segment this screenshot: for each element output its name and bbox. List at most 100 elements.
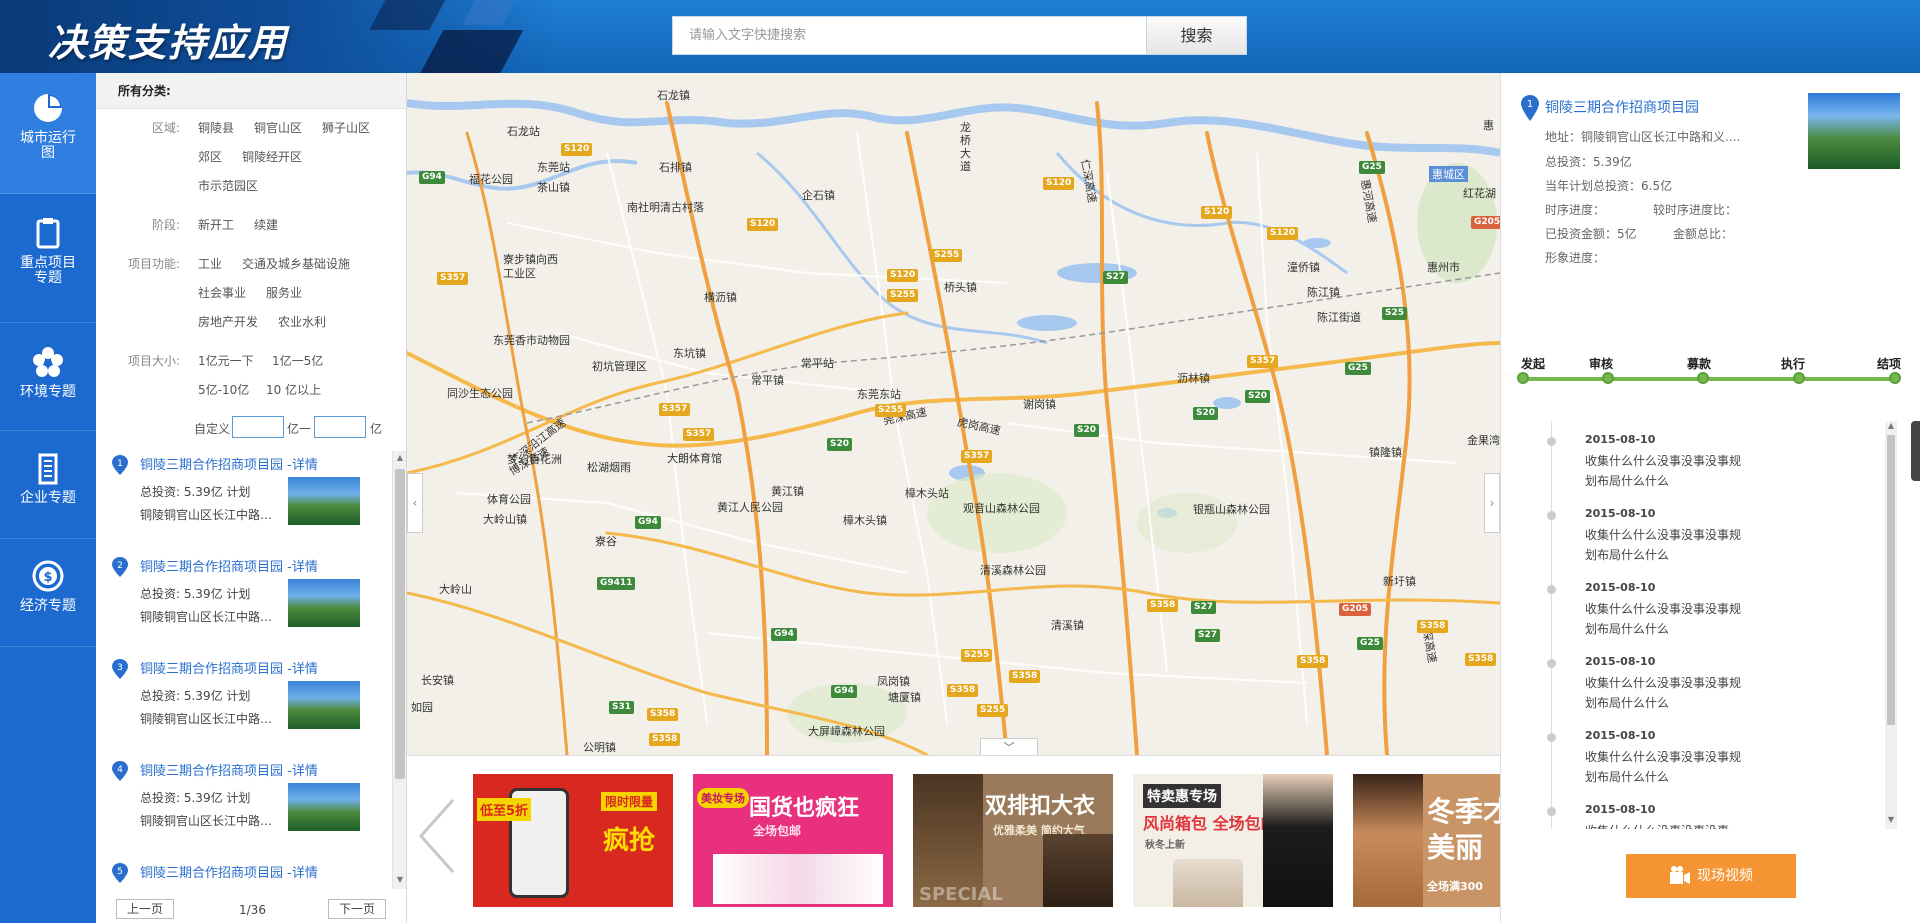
list-scrollbar[interactable]: ▲ ▼ (392, 451, 406, 889)
marker-pin-icon: 1 (1521, 95, 1539, 121)
custom-min-input[interactable] (232, 416, 284, 438)
filter-option[interactable]: 市示范园区 (198, 177, 258, 194)
custom-max-input[interactable] (314, 416, 366, 438)
list-item[interactable]: 3 铜陵三期合作招商项目园 -详情 总投资: 5.39亿 计划 铜陵铜官山区长江… (96, 655, 392, 757)
bag-image (1173, 859, 1243, 907)
banner-ad[interactable]: 美妆专场 国货也疯狂 全场包邮 (693, 774, 893, 907)
banner-ad[interactable]: 双排扣大衣 优雅柔美 简约大气 SPECIAL (913, 774, 1113, 907)
list-item[interactable]: 5 铜陵三期合作招商项目园 -详情 (96, 859, 392, 883)
banner-ad[interactable]: 冬季才 美丽 全场满300 (1353, 774, 1500, 907)
detail-time-progress: 时序进度： (1545, 203, 1606, 217)
road-shield: G94 (419, 171, 445, 184)
timeline-dot (1547, 733, 1556, 742)
project-invest: 总投资: 5.39亿 计划 (140, 791, 251, 805)
project-title-link[interactable]: 铜陵三期合作招商项目园 -详情 (140, 556, 318, 575)
filter-option[interactable]: 续建 (254, 216, 278, 233)
detail-title[interactable]: 铜陵三期合作招商项目园 (1545, 97, 1699, 117)
filter-option[interactable]: 农业水利 (278, 313, 326, 330)
list-item-number: 4 (117, 765, 123, 775)
nav-economy[interactable]: $ 经济专题 (0, 539, 96, 647)
list-item[interactable]: 4 铜陵三期合作招商项目园 -详情 总投资: 5.39亿 计划 铜陵铜官山区长江… (96, 757, 392, 859)
map-label: 大朗体育馆 (667, 452, 722, 465)
map-label: 同沙生态公园 (447, 387, 513, 400)
filter-option[interactable]: 新开工 (198, 216, 234, 233)
nav-key-projects[interactable]: 重点项目专题 (0, 194, 96, 323)
road-shield: G25 (1345, 362, 1371, 375)
map-label: 大屏嶂森林公园 (808, 725, 885, 738)
banner-text: 特卖惠专场 (1143, 784, 1221, 808)
scroll-down-arrow-icon[interactable]: ▼ (1885, 815, 1897, 824)
banner-tag: 美妆专场 (697, 788, 749, 808)
filter-option[interactable]: 10 亿以上 (266, 381, 321, 398)
scroll-up-arrow-icon[interactable]: ▲ (1885, 421, 1897, 430)
map-label: 寮谷 (595, 535, 617, 548)
scrollbar-thumb[interactable] (1887, 435, 1895, 725)
search-button[interactable]: 搜索 (1146, 16, 1247, 55)
scroll-up-arrow-icon[interactable]: ▲ (393, 453, 407, 462)
project-thumbnail (288, 783, 360, 831)
project-invest: 总投资: 5.39亿 计划 (140, 485, 251, 499)
list-item[interactable]: 1 铜陵三期合作招商项目园 -详情 总投资: 5.39亿 计划 铜陵铜官山区长江… (96, 451, 392, 553)
filter-option[interactable]: 1亿一5亿 (272, 352, 323, 369)
filter-option[interactable]: 服务业 (266, 284, 302, 301)
filter-option[interactable]: 5亿-10亿 (198, 381, 249, 398)
road-shield: S20 (1245, 390, 1271, 403)
map-label: 公明镇 (583, 741, 616, 754)
road-shield: S20 (827, 438, 853, 451)
map-right-toggle[interactable]: › (1484, 473, 1500, 533)
project-title-link[interactable]: 铜陵三期合作招商项目园 -详情 (140, 454, 318, 473)
banner-text: 双排扣大衣 (985, 794, 1096, 819)
search-input[interactable] (673, 17, 1147, 54)
map-label: 清溪森林公园 (980, 564, 1046, 577)
map-label: 凤岗镇 (877, 675, 910, 688)
filter-option[interactable]: 1亿元一下 (198, 352, 254, 369)
map-view[interactable]: 石龙镇 石龙站 东莞站 茶山镇 石排镇 南社明清古村落 企石镇 龙桥大道 桥头镇… (407, 73, 1500, 755)
model-image (1263, 774, 1333, 907)
filter-option[interactable]: 工业 (198, 255, 222, 272)
project-title-link[interactable]: 铜陵三期合作招商项目园 -详情 (140, 658, 318, 677)
filter-option[interactable]: 郊区 (198, 148, 222, 165)
filter-option[interactable]: 社会事业 (198, 284, 246, 301)
filter-option[interactable]: 房地产开发 (198, 313, 258, 330)
banner-ad[interactable]: 特卖惠专场 风尚箱包 全场包邮 秋冬上新 (1133, 774, 1333, 907)
banner-ad[interactable]: 限时限量 疯抢 低至5折 (473, 774, 673, 907)
next-page-button[interactable]: 下一页 (328, 899, 386, 919)
timeline-date: 2015-08-10 (1585, 507, 1656, 520)
timeline-dot (1547, 511, 1556, 520)
filter-option[interactable]: 铜陵经开区 (242, 148, 302, 165)
filter-option[interactable]: 铜陵县 (198, 119, 234, 136)
filter-option[interactable]: 交通及城乡基础设施 (242, 255, 350, 272)
size-label: 项目大小: (127, 354, 180, 368)
project-title-link[interactable]: 铜陵三期合作招商项目园 -详情 (140, 760, 318, 779)
list-item[interactable]: 2 铜陵三期合作招商项目园 -详情 总投资: 5.39亿 计划 铜陵铜官山区长江… (96, 553, 392, 655)
map-label: 黄江镇 (771, 485, 804, 498)
scroll-down-arrow-icon[interactable]: ▼ (393, 875, 407, 884)
nav-city-map[interactable]: 城市运行图 (0, 73, 96, 194)
filter-option[interactable]: 狮子山区 (322, 119, 370, 136)
live-video-button[interactable]: 现场视频 (1626, 854, 1796, 898)
map-label: 潼侨镇 (1287, 261, 1320, 274)
carousel-prev-icon[interactable] (417, 796, 457, 876)
detail-image-progress: 形象进度： (1545, 251, 1606, 265)
map-label: 企石镇 (802, 189, 835, 202)
filter-option[interactable]: 铜官山区 (254, 119, 302, 136)
road-shield: G94 (635, 516, 661, 529)
map-left-toggle[interactable]: ‹ (407, 473, 423, 533)
project-title-link[interactable]: 铜陵三期合作招商项目园 -详情 (140, 862, 318, 881)
nav-environment[interactable]: 环境专题 (0, 323, 96, 431)
map-label: 常平镇 (751, 374, 784, 387)
list-item-number: 2 (117, 561, 123, 571)
timeline-date: 2015-08-10 (1585, 729, 1656, 742)
nav-enterprise[interactable]: 企业专题 (0, 431, 96, 539)
timeline-text: 收集什么什么没事没事没事规划布局什么什么 (1585, 676, 1742, 710)
road-shield: S20 (1193, 407, 1219, 420)
map-collapse-toggle[interactable]: ﹀ (980, 738, 1038, 755)
banner-text: 美丽 (1427, 831, 1484, 864)
panel-drag-handle[interactable] (1911, 421, 1920, 481)
map-label: 镇隆镇 (1369, 446, 1402, 459)
prev-page-button[interactable]: 上一页 (116, 899, 174, 919)
road-shield: S358 (947, 684, 979, 697)
scrollbar-thumb[interactable] (395, 469, 405, 779)
timeline-scrollbar[interactable]: ▲ ▼ (1885, 421, 1897, 829)
map-label: 谢岗镇 (1023, 398, 1056, 411)
